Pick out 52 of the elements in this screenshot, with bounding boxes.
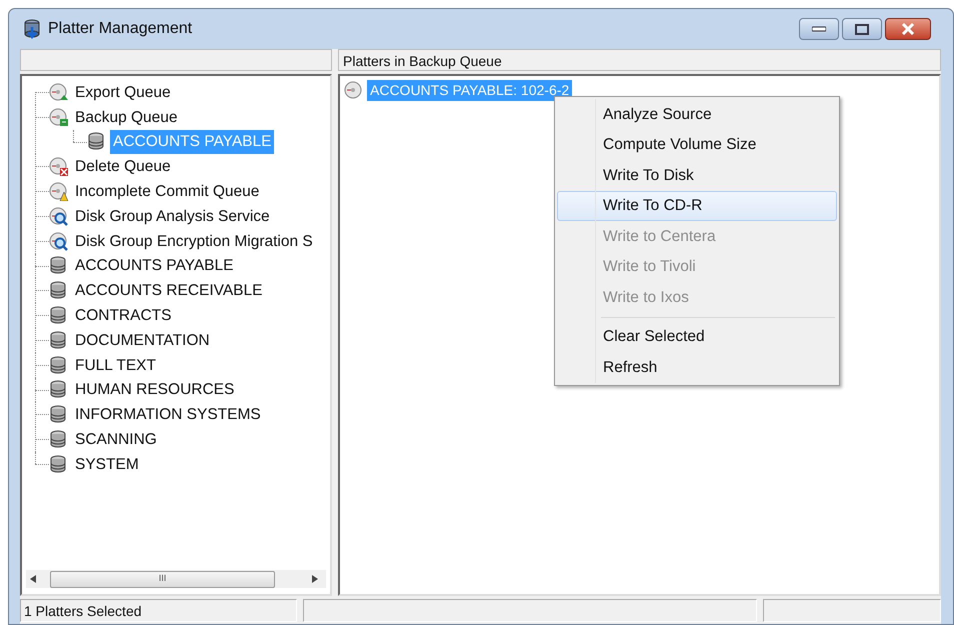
- maximize-button[interactable]: [842, 18, 882, 40]
- menu-item[interactable]: Clear Selected: [557, 322, 837, 352]
- database-icon: [49, 454, 68, 474]
- scrollbar-thumb[interactable]: III: [50, 570, 275, 588]
- tree-item[interactable]: Incomplete Commit Queue: [72, 180, 262, 204]
- database-icon: [49, 281, 68, 300]
- disc-icon: [344, 81, 363, 100]
- menu-item[interactable]: Refresh: [557, 352, 837, 382]
- list-header: Platters in Backup Queue: [338, 49, 941, 71]
- minimize-icon: [812, 26, 826, 32]
- menu-item[interactable]: Analyze Source: [557, 99, 837, 130]
- tree-item[interactable]: CONTRACTS: [72, 304, 174, 328]
- database-icon: [87, 132, 106, 152]
- tree-item[interactable]: SYSTEM: [72, 452, 142, 476]
- close-button[interactable]: [885, 18, 931, 40]
- app-icon: [22, 19, 42, 39]
- tree-item[interactable]: ACCOUNTS PAYABLE: [72, 254, 236, 278]
- status-text: 1 Platters Selected: [20, 599, 297, 622]
- database-icon: [49, 430, 68, 450]
- maximize-icon: [855, 24, 869, 34]
- tree-item[interactable]: Disk Group Encryption Migration S: [72, 230, 316, 253]
- tree-item[interactable]: FULL TEXT: [72, 354, 159, 377]
- window-title: Platter Management: [48, 19, 192, 39]
- database-icon: [49, 256, 68, 276]
- database-icon: [49, 405, 68, 424]
- tree-item[interactable]: INFORMATION SYSTEMS: [72, 403, 264, 426]
- tree-item[interactable]: Export Queue: [72, 80, 174, 104]
- tree-item[interactable]: Disk Group Analysis Service: [72, 204, 273, 228]
- tree-item[interactable]: HUMAN RESOURCES: [72, 378, 238, 402]
- scroll-right-icon[interactable]: [312, 575, 318, 583]
- tree-item[interactable]: Backup Queue: [72, 106, 181, 129]
- magnifier-disc-icon: [49, 206, 68, 226]
- tree-item[interactable]: SCANNING: [72, 428, 160, 452]
- database-icon: [49, 306, 68, 326]
- tree-item[interactable]: Delete Queue: [72, 155, 174, 178]
- tree-item[interactable]: ACCOUNTS RECEIVABLE: [72, 279, 266, 302]
- backup-queue-icon: [49, 108, 68, 127]
- horizontal-scrollbar[interactable]: III: [26, 570, 326, 588]
- database-icon: [49, 380, 68, 400]
- menu-item[interactable]: Compute Volume Size: [557, 130, 837, 160]
- export-queue-icon: [49, 82, 68, 102]
- scroll-left-icon[interactable]: [30, 575, 36, 583]
- tree-item[interactable]: DOCUMENTATION: [72, 328, 213, 352]
- database-icon: [49, 330, 68, 350]
- menu-item[interactable]: Write To Disk: [557, 160, 837, 190]
- minimize-button[interactable]: [799, 18, 839, 40]
- warning-disc-icon: [49, 182, 68, 202]
- delete-queue-icon: [49, 157, 68, 176]
- magnifier-disc-icon: [49, 232, 68, 251]
- menu-item[interactable]: Write To CD-R: [557, 190, 837, 221]
- close-icon: [901, 23, 915, 35]
- database-icon: [49, 356, 68, 375]
